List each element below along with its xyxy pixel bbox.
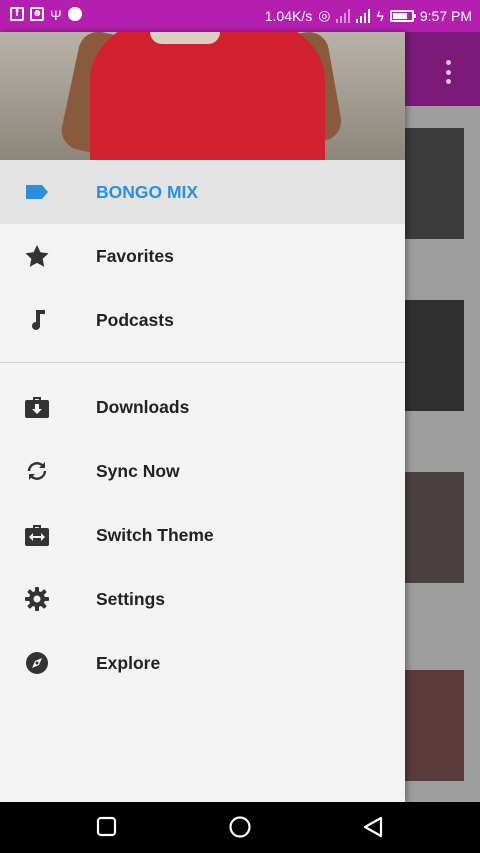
app-notification-icon: f	[10, 7, 24, 21]
drawer-item-sync-now[interactable]: Sync Now	[0, 439, 405, 503]
drawer-item-label: Sync Now	[96, 460, 180, 481]
drawer-item-downloads[interactable]: Downloads	[0, 375, 405, 439]
drawer-item-label: Favorites	[96, 245, 174, 266]
signal-icon-1	[336, 8, 351, 23]
download-briefcase-icon	[25, 397, 49, 418]
drawer-header-image	[0, 32, 405, 160]
navigation-drawer: BONGO MIX Favorites Podcasts Downloads S…	[0, 32, 405, 802]
label-tag-icon	[26, 185, 48, 199]
clock: 9:57 PM	[419, 7, 472, 24]
drawer-item-favorites[interactable]: Favorites	[0, 224, 405, 288]
drawer-item-settings[interactable]: Settings	[0, 567, 405, 631]
usb-icon: Ψ	[50, 7, 62, 23]
overflow-menu-icon[interactable]	[446, 60, 452, 84]
background-thumbnail[interactable]	[405, 670, 464, 781]
person-notification-icon: ☻	[30, 7, 44, 21]
sync-icon	[27, 462, 47, 480]
network-speed: 1.04K/s	[264, 7, 313, 24]
drawer-item-label: BONGO MIX	[96, 181, 199, 202]
switch-theme-icon	[25, 525, 49, 546]
signal-icon-2	[356, 8, 371, 23]
drawer-item-bongo-mix[interactable]: BONGO MIX	[0, 160, 405, 224]
hotspot-icon: ◎	[318, 7, 331, 23]
drawer-item-explore[interactable]: Explore	[0, 631, 405, 695]
background-thumbnail[interactable]	[405, 300, 464, 411]
charging-icon: ϟ	[376, 7, 384, 24]
compass-icon	[26, 652, 48, 674]
battery-icon	[389, 9, 416, 22]
back-triangle-icon[interactable]	[362, 816, 384, 838]
home-circle-icon[interactable]	[228, 815, 252, 839]
background-thumbnail[interactable]	[405, 472, 464, 583]
drawer-item-podcasts[interactable]: Podcasts	[0, 288, 405, 352]
drawer-item-label: Podcasts	[96, 309, 174, 330]
drawer-item-label: Explore	[96, 652, 161, 673]
app-icon	[67, 7, 82, 21]
background-thumbnail[interactable]	[405, 128, 464, 239]
drawer-item-label: Downloads	[96, 396, 190, 417]
star-icon	[25, 245, 49, 267]
gear-icon	[25, 587, 49, 611]
status-bar: f ☻ Ψ 1.04K/s ◎ ϟ 9:57 PM	[0, 0, 480, 32]
recents-square-icon[interactable]	[96, 816, 118, 838]
background-app-bar	[405, 32, 480, 106]
drawer-item-switch-theme[interactable]: Switch Theme	[0, 503, 405, 567]
drawer-item-label: Switch Theme	[96, 524, 214, 545]
system-navigation-bar	[0, 802, 480, 853]
drawer-item-label: Settings	[96, 588, 166, 609]
music-note-icon	[32, 310, 45, 330]
drawer-divider	[0, 362, 405, 363]
